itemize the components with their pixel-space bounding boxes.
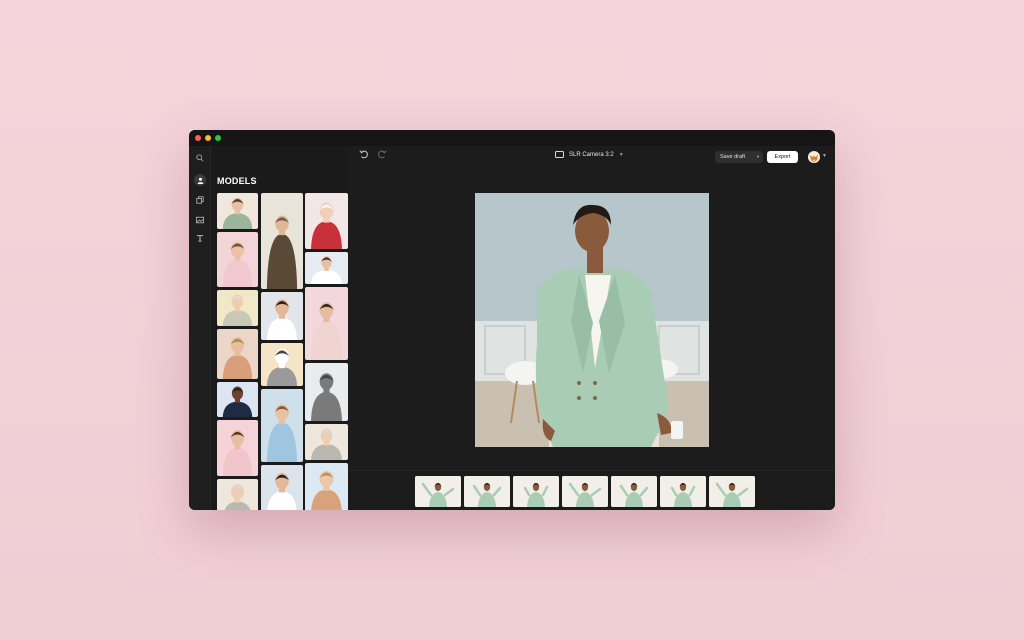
app-window: MODELS SLR Camera 3:2 ▼ Save draft ▼ Exp… xyxy=(189,130,835,510)
model-thumbnail[interactable] xyxy=(261,193,303,289)
maximize-window-button[interactable] xyxy=(215,135,221,141)
model-thumbnail[interactable] xyxy=(261,343,303,386)
icon-rail xyxy=(189,146,211,510)
export-label: Export xyxy=(774,154,791,160)
model-thumbnail[interactable] xyxy=(305,287,348,360)
model-thumbnail[interactable] xyxy=(305,193,348,249)
person-icon[interactable] xyxy=(194,174,206,186)
model-thumbnail[interactable] xyxy=(217,382,258,417)
filmstrip-frame[interactable] xyxy=(709,476,755,507)
close-window-button[interactable] xyxy=(195,135,201,141)
model-thumbnail[interactable] xyxy=(217,420,258,476)
model-thumbnail[interactable] xyxy=(305,424,348,460)
camera-icon xyxy=(555,151,564,158)
model-thumbnail[interactable] xyxy=(217,479,258,510)
save-draft-button[interactable]: Save draft ▼ xyxy=(715,151,763,163)
model-thumbnail[interactable] xyxy=(217,232,258,287)
camera-selector[interactable]: SLR Camera 3:2 ▼ xyxy=(555,151,624,158)
model-thumbnail[interactable] xyxy=(261,389,303,462)
filmstrip-frame[interactable] xyxy=(660,476,706,507)
chevron-down-icon: ▼ xyxy=(618,151,624,158)
filmstrip xyxy=(349,470,835,510)
model-thumbnail[interactable] xyxy=(305,463,348,510)
filmstrip-frame[interactable] xyxy=(611,476,657,507)
models-panel: MODELS xyxy=(211,146,349,510)
filmstrip-frame[interactable] xyxy=(415,476,461,507)
text-icon[interactable] xyxy=(194,232,206,244)
model-thumbnail[interactable] xyxy=(217,193,258,229)
panel-title: MODELS xyxy=(217,176,257,186)
model-thumbnail[interactable] xyxy=(305,252,348,284)
main-photo[interactable] xyxy=(475,193,709,447)
model-thumbnail[interactable] xyxy=(261,292,303,340)
filmstrip-frame[interactable] xyxy=(562,476,608,507)
model-thumbnail[interactable] xyxy=(261,465,303,510)
search-icon[interactable] xyxy=(194,152,206,164)
camera-label: SLR Camera 3:2 xyxy=(569,151,614,158)
export-button[interactable]: Export xyxy=(767,151,798,163)
chevron-down-icon[interactable]: ▼ xyxy=(822,153,827,159)
chevron-down-icon[interactable]: ▼ xyxy=(756,154,760,159)
minimize-window-button[interactable] xyxy=(205,135,211,141)
layers-icon[interactable] xyxy=(194,194,206,206)
avatar[interactable] xyxy=(808,151,820,163)
canvas-area xyxy=(349,168,835,470)
filmstrip-frame[interactable] xyxy=(464,476,510,507)
title-bar xyxy=(189,130,835,146)
image-icon[interactable] xyxy=(194,214,206,226)
model-thumbnail[interactable] xyxy=(217,329,258,379)
filmstrip-frame[interactable] xyxy=(513,476,559,507)
undo-icon[interactable] xyxy=(359,149,369,162)
top-toolbar: SLR Camera 3:2 ▼ Save draft ▼ Export ▼ xyxy=(349,146,835,168)
save-draft-label: Save draft xyxy=(720,154,746,160)
model-thumbnail[interactable] xyxy=(217,290,258,326)
model-thumbnail[interactable] xyxy=(305,363,348,421)
redo-icon[interactable] xyxy=(377,149,387,162)
